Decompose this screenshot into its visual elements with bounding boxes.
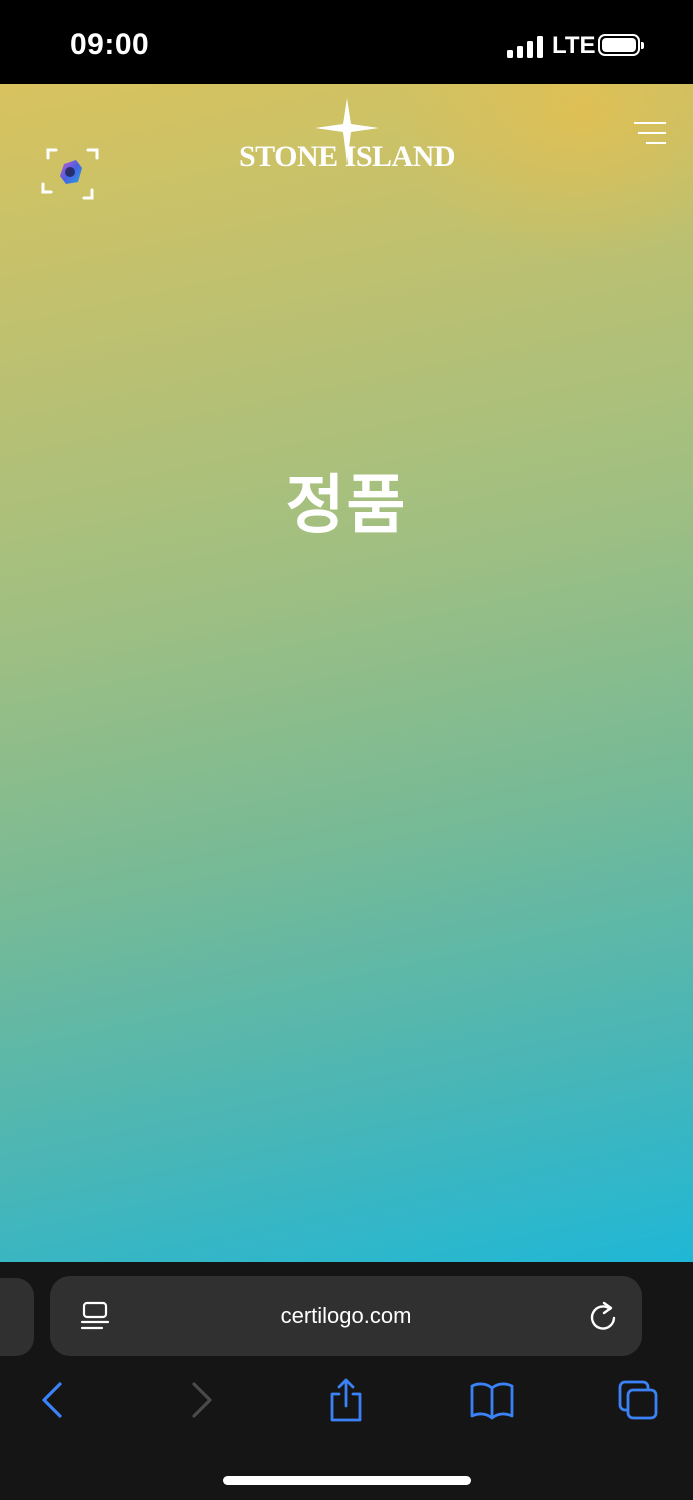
forward-chevron-icon[interactable] bbox=[178, 1378, 226, 1422]
scan-authenticity-icon[interactable] bbox=[40, 144, 102, 204]
battery-icon bbox=[598, 34, 644, 56]
browser-toolbar: certilogo.com bbox=[0, 1262, 693, 1500]
share-icon[interactable] bbox=[322, 1378, 370, 1422]
page-title: 정품 bbox=[285, 469, 408, 543]
logo-text: STONE ISLAND bbox=[239, 140, 456, 173]
previous-tab-preview[interactable] bbox=[0, 1278, 34, 1356]
status-bar: 09:00 LTE bbox=[0, 0, 693, 84]
stone-island-logo[interactable]: STONE ISLAND bbox=[239, 98, 456, 180]
signal-icon bbox=[507, 36, 543, 58]
network-type: LTE bbox=[552, 32, 596, 59]
status-time: 09:00 bbox=[70, 28, 150, 61]
back-chevron-icon[interactable] bbox=[28, 1378, 76, 1422]
url-text[interactable]: certilogo.com bbox=[50, 1276, 642, 1356]
tabs-icon[interactable] bbox=[614, 1378, 662, 1422]
home-indicator[interactable] bbox=[223, 1476, 471, 1485]
bookmarks-icon[interactable] bbox=[468, 1378, 516, 1422]
address-bar[interactable]: certilogo.com bbox=[50, 1276, 642, 1356]
web-page-content: STONE ISLAND 정품 bbox=[0, 84, 693, 1262]
reload-icon[interactable] bbox=[588, 1300, 618, 1332]
menu-icon[interactable] bbox=[630, 122, 666, 148]
